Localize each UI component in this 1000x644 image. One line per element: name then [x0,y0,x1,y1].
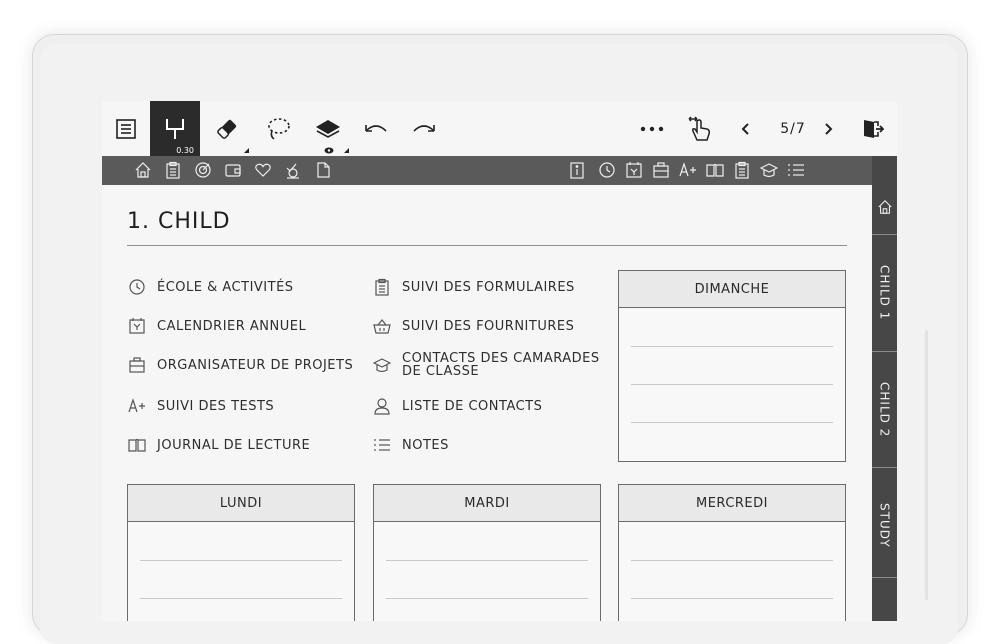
tab-child-2[interactable]: CHILD 2 [872,352,897,467]
person-icon [372,396,392,416]
book-icon [127,435,147,455]
home-icon[interactable] [134,161,152,179]
toolbar: 0.30 5/7 [102,101,897,156]
calendar-y-icon [127,316,147,336]
eraser-options-indicator [244,148,249,153]
clock-icon[interactable] [598,161,616,179]
book-icon[interactable] [706,161,724,179]
writing-line [386,560,588,561]
swipe-gesture-icon [686,114,714,144]
basket-icon [372,316,392,336]
next-page-button[interactable] [816,101,842,156]
wallet-icon[interactable] [224,161,242,179]
day-header: DIMANCHE [619,271,845,308]
more-icon [640,126,664,132]
clipboard-icon [372,277,392,297]
lasso-button[interactable] [254,101,302,156]
target-icon[interactable] [194,161,212,179]
writing-line [631,346,833,347]
layers-button[interactable] [304,101,352,156]
link-ecole-activites[interactable]: ÉCOLE & ACTIVITÉS [127,272,357,302]
link-liste-de-contacts[interactable]: LISTE DE CONTACTS [372,391,602,421]
briefcase-icon [127,355,147,375]
link-organisateur-projets[interactable]: ORGANISATEUR DE PROJETS [127,350,357,380]
page-indicator: 5/7 [780,120,806,137]
info-icon[interactable] [568,161,586,179]
grade-icon[interactable] [679,161,697,179]
undo-button[interactable] [354,101,398,156]
writing-line [140,598,342,599]
writing-line [631,422,833,423]
clock-icon [127,277,147,297]
day-box-monday[interactable]: LUNDI [127,484,355,621]
pen-icon [163,116,187,142]
pen-button[interactable]: 0.30 [150,101,200,156]
link-suivi-des-formulaires[interactable]: SUIVI DES FORMULAIRES [372,272,602,302]
writing-line [631,598,833,599]
clipboard-icon[interactable] [164,161,182,179]
layers-icon [314,116,342,142]
prev-page-button[interactable] [732,101,758,156]
calendar-icon[interactable] [625,161,643,179]
day-header: MARDI [374,485,600,522]
writing-line [631,560,833,561]
undo-icon [362,119,390,139]
more-button[interactable] [632,101,672,156]
home-icon [877,199,893,219]
grade-a-plus-icon [127,396,147,416]
graduation-cap-icon [372,355,392,375]
layers-options-indicator [344,148,349,153]
next-page-icon [824,122,834,136]
eraser-icon [214,116,240,142]
graduation-cap-icon[interactable] [760,161,778,179]
redo-icon [410,119,438,139]
pen-size-label: 0.30 [176,146,194,155]
menu-button[interactable] [104,101,148,156]
exit-button[interactable] [854,101,890,156]
top-navigation-bar [102,156,872,185]
exit-icon [860,117,884,141]
link-suivi-des-fournitures[interactable]: SUIVI DES FOURNITURES [372,311,602,341]
day-box-tuesday[interactable]: MARDI [373,484,601,621]
list-icon [372,435,392,455]
rail-home-button[interactable] [872,185,897,233]
day-header: LUNDI [128,485,354,522]
list-icon [114,117,138,141]
list-icon[interactable] [787,161,805,179]
clipboard-icon[interactable] [733,161,751,179]
link-notes[interactable]: NOTES [372,430,602,460]
title-divider [127,245,847,246]
rail-divider [872,577,897,578]
tab-study[interactable]: STUDY [872,468,897,583]
link-suivi-des-tests[interactable]: SUIVI DES TESTS [127,391,357,421]
day-box-wednesday[interactable]: MERCREDI [618,484,846,621]
page-title: 1. CHILD [127,209,231,234]
habit-icon[interactable] [284,161,302,179]
swipe-gesture-button[interactable] [680,101,720,156]
writing-line [140,560,342,561]
link-contacts-camarades[interactable]: CONTACTS DES CAMARADES DE CLASSE [372,350,602,380]
tab-child-1[interactable]: CHILD 1 [872,235,897,350]
prev-page-icon [740,122,750,136]
eraser-button[interactable] [202,101,252,156]
redo-button[interactable] [402,101,446,156]
briefcase-icon[interactable] [652,161,670,179]
day-header: MERCREDI [619,485,845,522]
writing-line [631,384,833,385]
document-icon[interactable] [314,161,332,179]
screen: 0.30 5/7 CHILD 1 CHILD 2 STUDY 1. CHILD … [102,101,897,621]
link-calendrier-annuel[interactable]: CALENDRIER ANNUEL [127,311,357,341]
writing-line [386,598,588,599]
lasso-icon [264,116,292,142]
link-journal-de-lecture[interactable]: JOURNAL DE LECTURE [127,430,357,460]
eye-icon [324,147,334,154]
heart-icon[interactable] [254,161,272,179]
device-side-groove [925,330,928,600]
day-box-sunday[interactable]: DIMANCHE [618,270,846,462]
